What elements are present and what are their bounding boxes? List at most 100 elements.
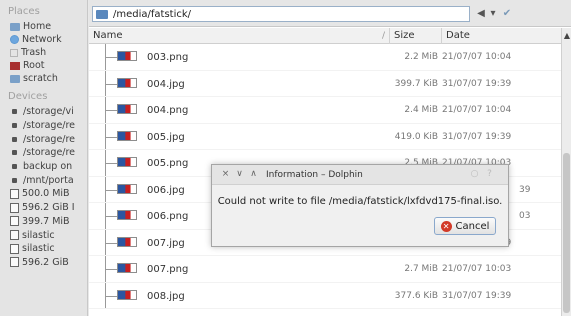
date-column-label: Date (446, 30, 470, 41)
file-date: 21/07/07 10:04 (442, 105, 512, 115)
maximize-icon[interactable]: ∧ (248, 169, 259, 180)
file-date: 39 (519, 184, 531, 195)
sidebar-place-item[interactable]: scratch (0, 72, 87, 85)
sidebar-place-label: Trash (21, 47, 47, 58)
file-view-panel: /media/fatstick/ ◀ ▾ ✔ Name / Size Date … (89, 0, 571, 316)
vertical-scrollbar[interactable]: ▲ (561, 28, 571, 316)
sidebar-device-label: 500.0 MiB (22, 188, 70, 200)
dialog-titlebar[interactable]: × ∨ ∧ Information – Dolphin ○ ? (212, 165, 508, 185)
file-name: 004.png (147, 105, 189, 116)
tree-branch (105, 110, 117, 111)
sort-indicator-icon: / (381, 31, 385, 41)
file-name: 007.png (147, 264, 189, 275)
file-date: 31/07/07 19:39 (442, 78, 512, 89)
sidebar-device-label: backup on (23, 161, 73, 173)
sidebar-device-item[interactable]: silastic (0, 242, 87, 256)
sidebar-device-item[interactable]: 399.7 MiB (0, 215, 87, 229)
disk-icon (10, 188, 19, 199)
tree-branch (105, 189, 117, 191)
location-bar[interactable]: /media/fatstick/ (92, 6, 470, 22)
sidebar-device-label: silastic (22, 229, 55, 241)
clear-location-icon[interactable]: ◀ (475, 7, 487, 20)
devices-section-title: Devices (8, 91, 48, 102)
sidebar-place-label: Network (22, 34, 62, 45)
file-row[interactable]: 004.png 2.4 MiB 21/07/07 10:04 (89, 97, 561, 124)
sidebar-device-item[interactable]: /storage/re (0, 119, 87, 133)
file-name: 004.jpg (147, 78, 185, 90)
history-dropdown-icon[interactable]: ▾ (488, 7, 498, 20)
places-section-title: Places (8, 6, 40, 17)
home-folder-icon (10, 22, 20, 31)
sidebar-device-label: silastic (22, 243, 55, 255)
sidebar-device-item[interactable]: 596.2 GiB I (0, 201, 87, 215)
date-column-header[interactable]: Date (442, 28, 561, 44)
keep-above-icon[interactable]: ○ (469, 169, 480, 180)
file-row[interactable]: 004.jpg 399.7 KiB 31/07/07 19:39 (89, 70, 561, 97)
file-size: 2.7 MiB (404, 264, 438, 274)
file-date: 21/07/07 10:03 (442, 264, 512, 274)
sidebar-place-item[interactable]: Network (0, 33, 87, 46)
tree-branch (105, 269, 117, 270)
tree-branch (105, 136, 117, 138)
file-row[interactable]: 005.jpg 419.0 KiB 31/07/07 19:39 (89, 123, 561, 150)
sidebar-device-label: 596.2 GiB (22, 256, 69, 268)
sidebar-device-item[interactable]: silastic (0, 228, 87, 242)
image-thumbnail-icon (117, 130, 137, 141)
tree-branch (105, 295, 117, 297)
places-list: Home Network Trash Root scratch (0, 20, 87, 85)
sidebar-device-item[interactable]: 500.0 MiB (0, 187, 87, 201)
file-name: 005.jpg (147, 131, 185, 143)
device-icon (12, 164, 17, 170)
name-column-header[interactable]: Name / (89, 28, 390, 44)
device-icon (12, 109, 17, 115)
editable-location-toggle-icon[interactable]: ✔ (500, 7, 514, 20)
close-icon[interactable]: × (220, 169, 231, 180)
file-size: 2.2 MiB (404, 52, 438, 62)
file-date: 21/07/07 10:04 (442, 52, 512, 62)
file-row[interactable]: 003.png 2.2 MiB 21/07/07 10:04 (89, 44, 561, 71)
file-row[interactable]: 008.jpg 377.6 KiB 31/07/07 19:39 (89, 282, 561, 309)
sidebar-device-item[interactable]: /storage/re (0, 146, 87, 160)
sidebar-device-label: /mnt/porta (23, 174, 74, 186)
sidebar-device-item[interactable]: /storage/vi (0, 105, 87, 119)
cancel-button[interactable]: ✕ Cancel (434, 217, 496, 235)
sidebar-device-item[interactable]: 596.2 GiB (0, 256, 87, 270)
file-name: 008.jpg (147, 290, 185, 302)
sidebar-device-label: /storage/re (23, 120, 76, 132)
network-globe-icon (10, 35, 19, 44)
column-header: Name / Size Date (89, 28, 561, 44)
root-folder-icon (10, 61, 20, 70)
scrollbar-thumb[interactable] (563, 153, 570, 313)
image-thumbnail-icon (117, 77, 137, 88)
sidebar-place-item[interactable]: Root (0, 59, 87, 72)
image-thumbnail-icon (117, 210, 137, 220)
sidebar-device-item[interactable]: /storage/re (0, 132, 87, 146)
disk-icon (10, 216, 19, 227)
sidebar-place-item[interactable]: Trash (0, 46, 87, 59)
size-column-header[interactable]: Size (390, 28, 442, 44)
disk-icon (10, 257, 19, 268)
size-column-label: Size (394, 30, 415, 41)
device-icon (12, 136, 17, 142)
location-path: /media/fatstick/ (113, 8, 192, 20)
tree-branch (105, 163, 117, 164)
file-size: 377.6 KiB (394, 290, 438, 301)
file-size: 419.0 KiB (394, 131, 438, 142)
device-icon (12, 150, 17, 156)
help-icon[interactable]: ? (484, 169, 495, 180)
tree-branch (105, 57, 117, 58)
devices-list: /storage/vi/storage/re/storage/re/storag… (0, 105, 87, 269)
sidebar-device-label: /storage/re (23, 133, 76, 145)
scroll-up-arrow-icon[interactable]: ▲ (562, 28, 571, 44)
image-thumbnail-icon (117, 236, 137, 247)
file-row[interactable]: 007.png 2.7 MiB 21/07/07 10:03 (89, 256, 561, 283)
disk-icon (10, 230, 19, 241)
sidebar-device-item[interactable]: /mnt/porta (0, 173, 87, 187)
image-thumbnail-icon (117, 157, 137, 167)
minimize-icon[interactable]: ∨ (234, 169, 245, 180)
device-icon (12, 123, 17, 129)
sidebar-device-item[interactable]: backup on (0, 160, 87, 174)
disk-icon (10, 202, 19, 213)
sidebar-place-item[interactable]: Home (0, 20, 87, 33)
file-date: 31/07/07 19:39 (442, 290, 512, 301)
